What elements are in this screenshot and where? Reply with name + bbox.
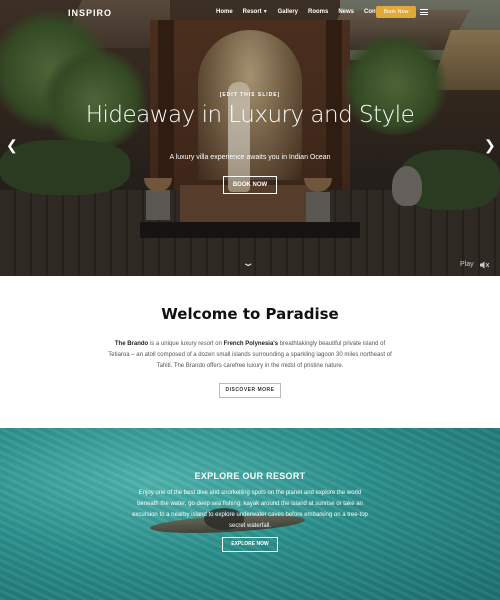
menu-item-rooms[interactable]: Rooms (308, 9, 328, 15)
chevron-down-icon: ▼ (262, 9, 268, 15)
welcome-text-part: is a unique luxury resort on (148, 341, 224, 347)
hero-title: Hideaway in Luxury and Style (85, 102, 415, 128)
hero-subtitle: A luxury villa experience awaits you in … (169, 154, 331, 161)
edit-slide-label: [EDIT THIS SLIDE] (219, 92, 281, 98)
welcome-text: The Brando is a unique luxury resort on … (106, 339, 394, 372)
welcome-title: Welcome to Paradise (161, 305, 339, 323)
explore-now-button[interactable]: EXPLORE NOW (222, 537, 278, 552)
hero-slider (0, 0, 500, 276)
menu-item-label: Resort (242, 9, 262, 15)
volume-icon[interactable] (480, 261, 490, 269)
hero-book-now-button[interactable]: BOOK NOW (223, 176, 277, 194)
location-name: French Polynesia's (223, 341, 279, 347)
hamburger-icon[interactable] (420, 9, 428, 15)
top-navigation: INSPIRO Home Resort▼ Gallery Rooms News … (0, 0, 500, 26)
menu-item-gallery[interactable]: Gallery (278, 9, 298, 15)
menu-item-news[interactable]: News (338, 9, 354, 15)
video-play-button[interactable]: Play (460, 261, 474, 268)
chevron-right-icon[interactable]: ❯ (484, 138, 496, 152)
explore-text: Enjoy one of the best dive and snorkelli… (132, 490, 368, 529)
explore-title: EXPLORE OUR RESORT (194, 471, 306, 481)
main-menu: Home Resort▼ Gallery Rooms News Contact (216, 9, 386, 15)
menu-item-home[interactable]: Home (216, 9, 233, 15)
explore-section: EXPLORE OUR RESORT Enjoy one of the best… (0, 428, 500, 600)
site-logo[interactable]: INSPIRO (68, 8, 112, 18)
menu-item-resort[interactable]: Resort▼ (243, 9, 268, 15)
chevron-left-icon[interactable]: ❮ (6, 138, 18, 152)
brand-name: The Brando (114, 341, 149, 347)
chevron-down-icon[interactable]: ⌄ (241, 258, 254, 269)
book-now-button[interactable]: Book Now (376, 6, 416, 18)
discover-more-button[interactable]: DISCOVER MORE (219, 383, 281, 398)
hero-overlay (0, 0, 500, 276)
